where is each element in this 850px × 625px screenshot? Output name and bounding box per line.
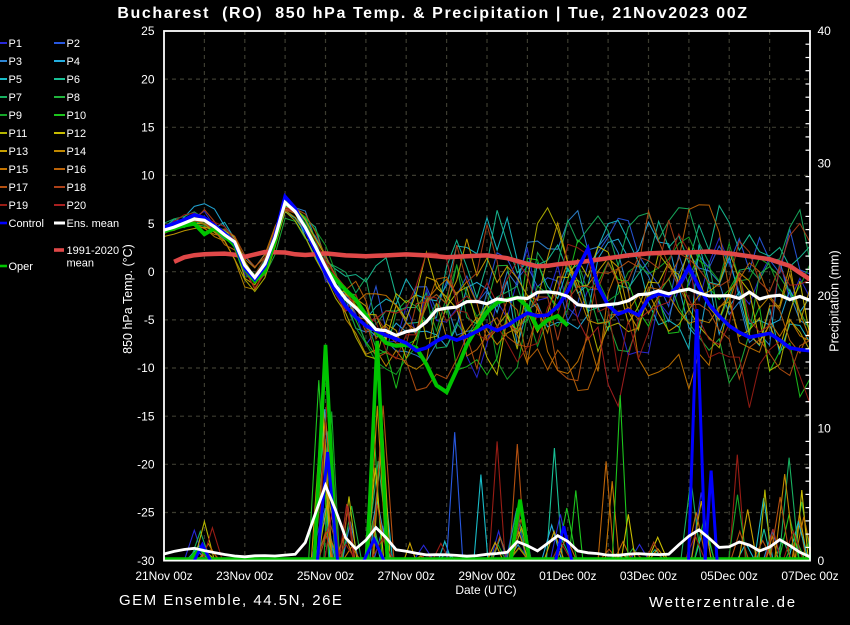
svg-text:10: 10	[818, 421, 832, 435]
svg-text:5: 5	[148, 217, 155, 231]
svg-text:P13: P13	[9, 146, 29, 158]
svg-text:-25: -25	[137, 506, 155, 520]
svg-text:Ens. mean: Ens. mean	[67, 218, 120, 230]
svg-text:P17: P17	[9, 182, 29, 194]
svg-text:20: 20	[141, 72, 155, 86]
svg-text:Date (UTC): Date (UTC)	[455, 583, 516, 597]
svg-text:P8: P8	[67, 92, 80, 104]
svg-text:P20: P20	[67, 200, 87, 212]
svg-text:P19: P19	[9, 200, 29, 212]
svg-text:mean: mean	[67, 258, 95, 270]
svg-text:P11: P11	[9, 128, 28, 140]
svg-text:23Nov 00z: 23Nov 00z	[216, 569, 273, 583]
svg-text:P7: P7	[9, 92, 22, 104]
svg-text:25Nov 00z: 25Nov 00z	[297, 569, 354, 583]
svg-text:P1: P1	[9, 38, 22, 50]
svg-text:P12: P12	[67, 128, 87, 140]
svg-text:0: 0	[818, 554, 825, 568]
svg-text:P9: P9	[9, 110, 22, 122]
svg-text:05Dec 00z: 05Dec 00z	[701, 569, 758, 583]
svg-text:850 hPa Temp. (°C): 850 hPa Temp. (°C)	[121, 244, 135, 354]
svg-text:1991-2020: 1991-2020	[67, 245, 120, 257]
svg-text:29Nov 00z: 29Nov 00z	[458, 569, 515, 583]
svg-text:27Nov 00z: 27Nov 00z	[378, 569, 435, 583]
svg-text:-30: -30	[137, 554, 155, 568]
svg-text:15: 15	[141, 121, 155, 135]
svg-text:P6: P6	[67, 74, 80, 86]
svg-text:P18: P18	[67, 182, 87, 194]
svg-text:GEM Ensemble, 44.5N, 26E: GEM Ensemble, 44.5N, 26E	[119, 592, 343, 609]
svg-text:40: 40	[818, 24, 832, 38]
svg-text:P3: P3	[9, 56, 22, 68]
svg-text:10: 10	[141, 169, 155, 183]
svg-text:Wetterzentrale.de: Wetterzentrale.de	[649, 594, 797, 611]
svg-text:Precipitation (mm): Precipitation (mm)	[828, 250, 842, 351]
svg-text:-20: -20	[137, 458, 155, 472]
svg-text:03Dec 00z: 03Dec 00z	[620, 569, 677, 583]
svg-text:-10: -10	[137, 361, 155, 375]
svg-text:30: 30	[818, 157, 832, 171]
svg-text:P2: P2	[67, 38, 80, 50]
svg-text:-5: -5	[144, 313, 155, 327]
svg-text:07Dec 00z: 07Dec 00z	[781, 569, 838, 583]
svg-text:Bucharest (RO) 850 hPa Temp.: Bucharest (RO) 850 hPa Temp. & Precipita…	[117, 5, 748, 22]
svg-text:P15: P15	[9, 164, 29, 176]
svg-text:P10: P10	[67, 110, 87, 122]
svg-text:P4: P4	[67, 56, 80, 68]
svg-text:25: 25	[141, 24, 155, 38]
svg-text:-15: -15	[137, 409, 155, 423]
svg-text:P5: P5	[9, 74, 22, 86]
svg-text:P16: P16	[67, 164, 87, 176]
svg-text:0: 0	[148, 265, 155, 279]
svg-text:P14: P14	[67, 146, 87, 158]
svg-text:01Dec 00z: 01Dec 00z	[539, 569, 596, 583]
svg-text:21Nov 00z: 21Nov 00z	[135, 569, 192, 583]
svg-text:Control: Control	[9, 218, 44, 230]
svg-text:Oper: Oper	[9, 261, 34, 273]
